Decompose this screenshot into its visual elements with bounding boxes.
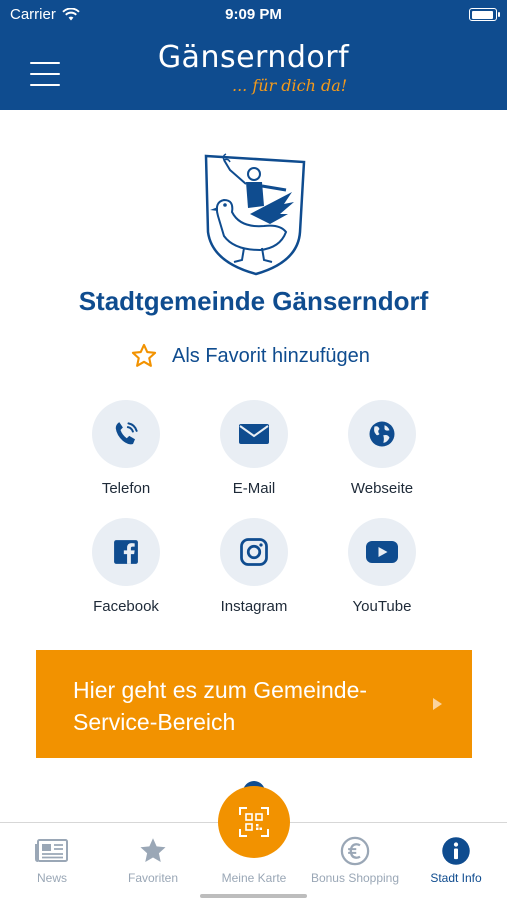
tab-label: News xyxy=(36,871,67,885)
contact-circle xyxy=(348,400,416,468)
main-content: Stadtgemeinde Gänserndorf Als Favorit hi… xyxy=(0,110,507,822)
contact-label: Webseite xyxy=(350,480,414,497)
service-area-label: Hier geht es zum Gemeinde-Service-Bereic… xyxy=(73,677,368,735)
instagram-icon xyxy=(240,538,268,566)
qr-scan-icon xyxy=(239,807,269,837)
contact-youtube[interactable]: YouTube xyxy=(318,518,446,615)
youtube-icon xyxy=(366,541,398,563)
add-favorite-label: Als Favorit hinzufügen xyxy=(172,344,370,367)
tab-label: Bonus Shopping xyxy=(310,871,400,885)
contact-label: Instagram xyxy=(220,598,288,615)
tab-label: Meine Karte xyxy=(221,871,287,885)
globe-icon xyxy=(369,421,395,447)
status-time: 9:09 PM xyxy=(225,6,282,23)
facebook-icon xyxy=(114,540,138,564)
app-header: Carrier 9:09 PM Gänserndorf ... für dich… xyxy=(0,0,507,110)
contact-website[interactable]: Webseite xyxy=(318,400,446,497)
tab-bonus-shopping[interactable]: Bonus Shopping xyxy=(305,835,405,885)
contact-telefon[interactable]: Telefon xyxy=(62,400,190,497)
logo-tagline: ... für dich da! xyxy=(232,76,348,95)
euro-icon xyxy=(340,836,370,866)
contact-circle xyxy=(92,400,160,468)
contact-facebook[interactable]: Facebook xyxy=(62,518,190,615)
battery-icon xyxy=(469,8,500,21)
contact-email[interactable]: E-Mail xyxy=(190,400,318,497)
contact-circle xyxy=(220,518,288,586)
contact-label: YouTube xyxy=(352,598,412,615)
phone-icon xyxy=(115,422,138,445)
coat-of-arms-icon xyxy=(204,153,306,276)
tab-label: Stadt Info xyxy=(430,871,482,885)
logo-title: Gänserndorf xyxy=(157,40,350,75)
status-bar: Carrier 9:09 PM xyxy=(0,0,507,30)
app-logo: Gänserndorf ... für dich da! xyxy=(0,40,507,95)
tab-favoriten[interactable]: Favoriten xyxy=(103,835,203,885)
contact-label: Telefon xyxy=(101,480,151,497)
tab-label: Favoriten xyxy=(127,871,179,885)
newspaper-icon xyxy=(35,839,68,862)
app-screen: Carrier 9:09 PM Gänserndorf ... für dich… xyxy=(0,0,507,900)
contact-circle xyxy=(348,518,416,586)
tab-news[interactable]: News xyxy=(2,835,102,885)
chevron-right-icon xyxy=(433,698,442,710)
envelope-icon xyxy=(239,424,269,444)
contact-label: Facebook xyxy=(93,598,159,615)
contact-label: E-Mail xyxy=(232,480,276,497)
contact-instagram[interactable]: Instagram xyxy=(190,518,318,615)
star-icon xyxy=(140,838,166,862)
scan-card-button[interactable] xyxy=(218,786,290,858)
add-favorite-button[interactable]: Als Favorit hinzufügen xyxy=(130,342,370,370)
home-indicator xyxy=(200,894,307,898)
page-title: Stadtgemeinde Gänserndorf xyxy=(78,286,429,316)
tab-stadt-info[interactable]: Stadt Info xyxy=(406,835,506,885)
service-area-button[interactable]: Hier geht es zum Gemeinde-Service-Bereic… xyxy=(36,650,472,758)
star-outline-icon xyxy=(131,343,157,367)
contact-circle xyxy=(220,400,288,468)
info-icon xyxy=(442,837,470,865)
contact-circle xyxy=(92,518,160,586)
